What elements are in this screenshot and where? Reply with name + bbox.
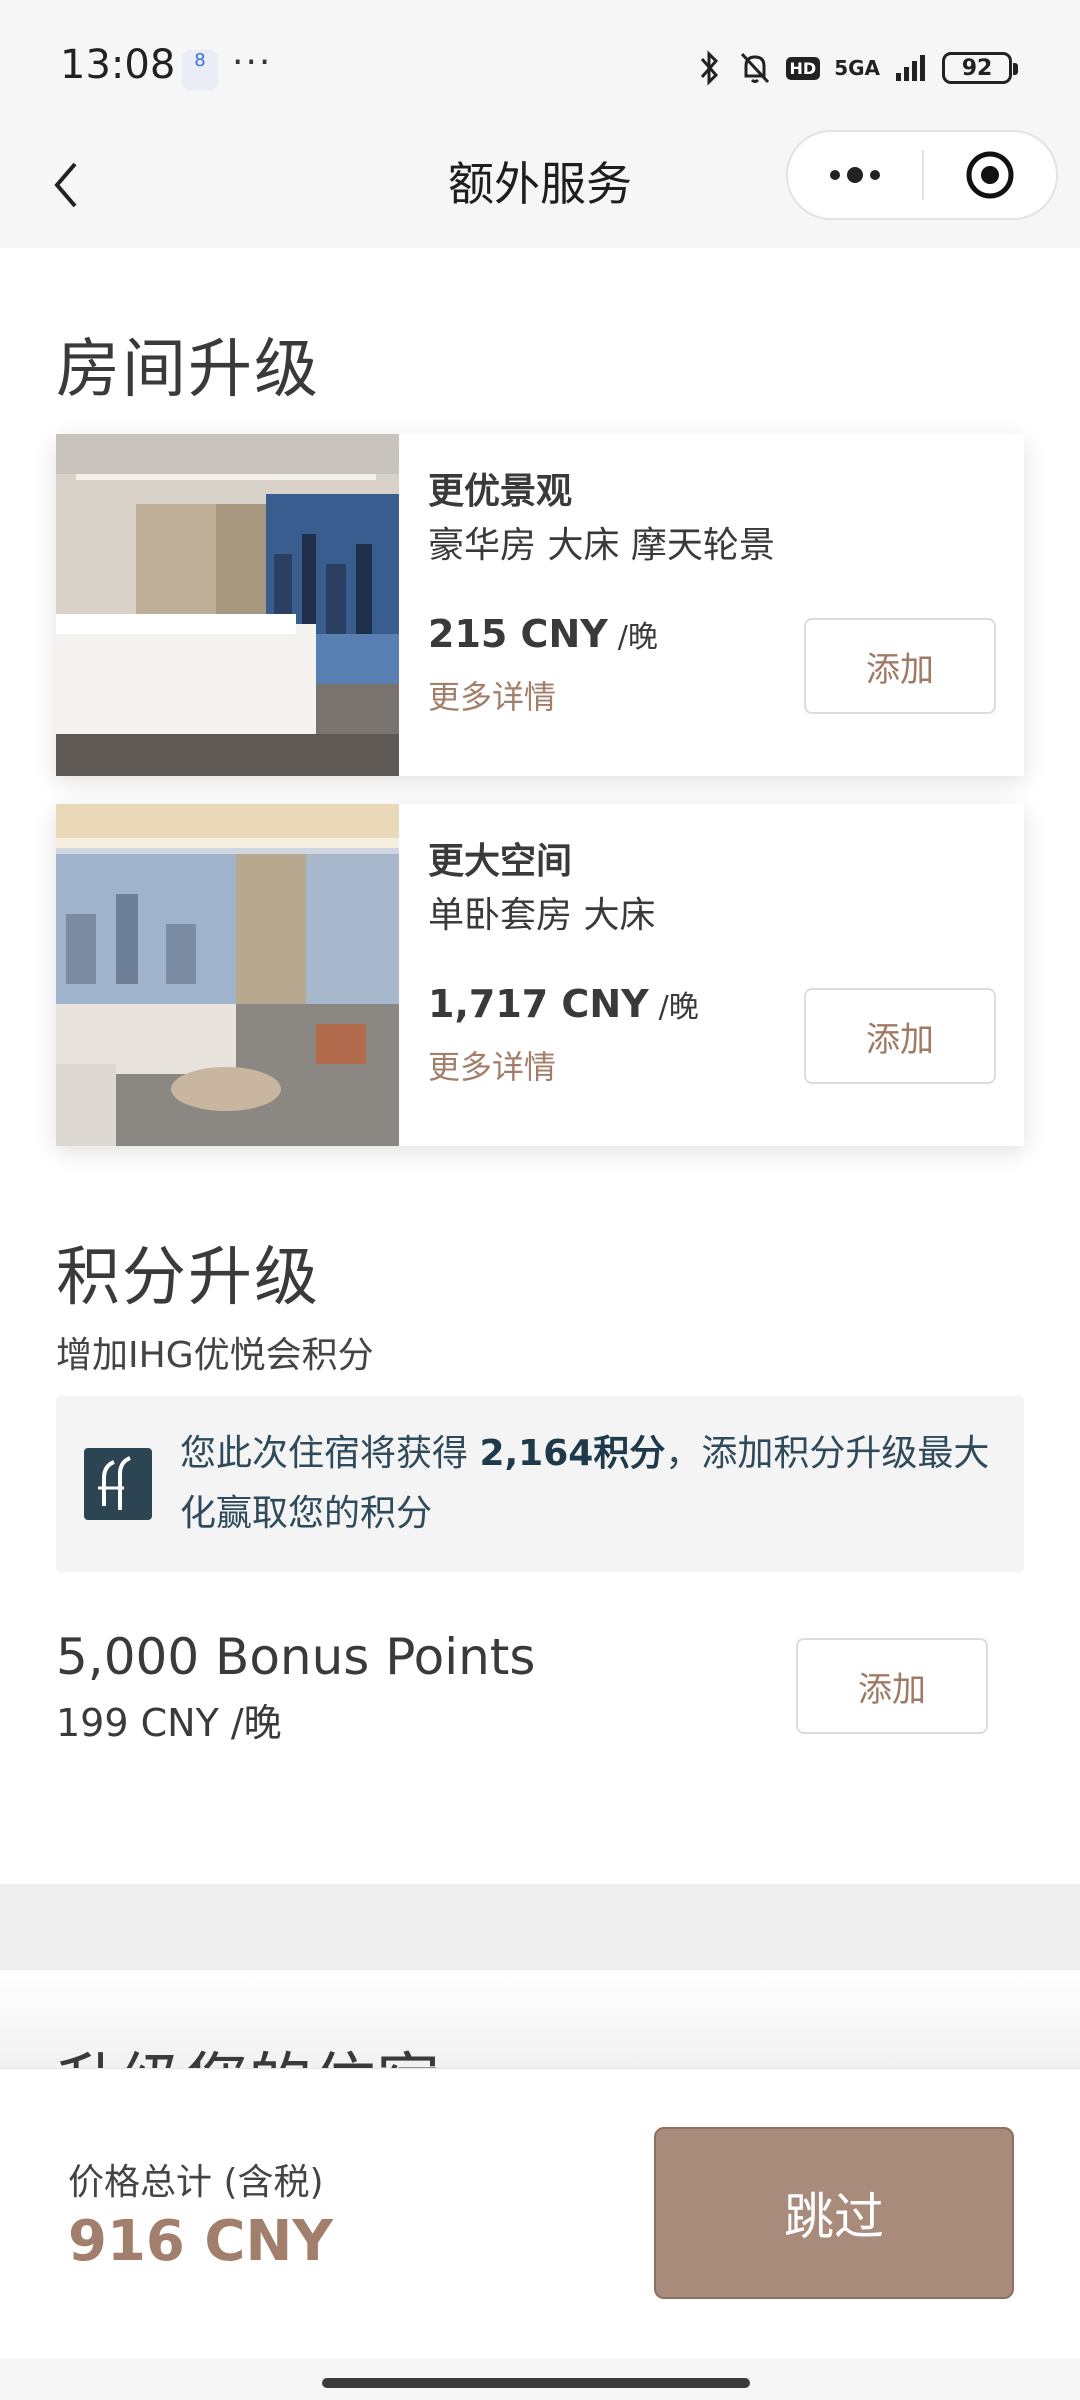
add-bonus-points-button[interactable]: 添加 [796, 1638, 988, 1734]
room-price: 1,717 CNY/晚 [428, 982, 699, 1026]
battery-icon: 92 [942, 52, 1018, 84]
room-card-space: 更大空间 单卧套房 大床 1,717 CNY/晚 更多详情 添加 [56, 804, 1024, 1146]
nav-bar: 额外服务 [0, 130, 1080, 248]
signal-icon [894, 53, 928, 83]
status-bar: 13:08 8 ··· HD 5GA 92 [0, 0, 1080, 130]
room-price-value: 1,717 CNY [428, 982, 649, 1026]
room-category: 更优景观 [428, 471, 573, 512]
room-upgrade-title: 房间升级 [56, 333, 320, 407]
room-card-view: 更优景观 豪华房 大床 摩天轮景 215 CNY/晚 更多详情 添加 [56, 434, 1024, 776]
room-description: 单卧套房 大床 [428, 895, 656, 936]
add-room-upgrade-button[interactable]: 添加 [804, 618, 996, 714]
room-image-space [56, 804, 399, 1146]
more-details-link[interactable]: 更多详情 [428, 1042, 556, 1088]
network-label: 5GA [834, 56, 880, 80]
room-price-unit: /晚 [658, 990, 699, 1025]
notification-app-icon: 8 [182, 50, 218, 90]
target-close-icon [966, 151, 1014, 199]
add-room-upgrade-button[interactable]: 添加 [804, 988, 996, 1084]
total-price-label: 价格总计 (含税) [68, 2162, 324, 2203]
status-time: 13:08 [60, 42, 176, 88]
points-earned: 2,164积分 [479, 1433, 666, 1474]
home-indicator-area [0, 2358, 1080, 2400]
points-info-text: 您此次住宿将获得 2,164积分，添加积分升级最大化赢取您的积分 [180, 1424, 1000, 1544]
status-more-dots: ··· [232, 42, 273, 83]
room-description: 豪华房 大床 摩天轮景 [428, 525, 775, 566]
bluetooth-icon [694, 50, 724, 86]
room-price: 215 CNY/晚 [428, 612, 658, 656]
section-divider [0, 1884, 1080, 1970]
close-miniprogram-button[interactable] [924, 132, 1056, 218]
total-price-value: 916 CNY [68, 2209, 333, 2274]
room-price-value: 215 CNY [428, 612, 608, 656]
points-info-prefix: 您此次住宿将获得 [180, 1433, 480, 1474]
hd-badge: HD [785, 56, 821, 80]
status-icons: HD 5GA 92 [694, 46, 1018, 90]
next-section-title-text: 升级您的住宿 [56, 2042, 440, 2068]
more-details-link[interactable]: 更多详情 [428, 672, 556, 718]
points-info-box: 您此次住宿将获得 2,164积分，添加积分升级最大化赢取您的积分 [56, 1396, 1024, 1572]
ihg-logo-icon [84, 1448, 152, 1520]
points-upgrade-subtitle: 增加IHG优悦会积分 [56, 1335, 374, 1376]
bonus-points-name: 5,000 Bonus Points [56, 1628, 536, 1686]
bell-muted-icon [738, 50, 772, 86]
bonus-points-price: 199 CNY /晚 [56, 1701, 282, 1745]
bottom-price-bar: 价格总计 (含税) 916 CNY 跳过 [0, 2068, 1080, 2358]
more-menu-button[interactable] [788, 132, 922, 218]
miniprogram-capsule [786, 130, 1058, 220]
room-image-view [56, 434, 399, 776]
room-price-unit: /晚 [617, 620, 658, 655]
next-section-title-partial: 升级您的住宿 [56, 2042, 440, 2068]
home-indicator[interactable] [322, 2378, 750, 2388]
points-upgrade-title: 积分升级 [56, 1241, 320, 1315]
skip-button[interactable]: 跳过 [654, 2127, 1014, 2299]
room-category: 更大空间 [428, 841, 573, 882]
more-dots-icon [830, 167, 880, 183]
